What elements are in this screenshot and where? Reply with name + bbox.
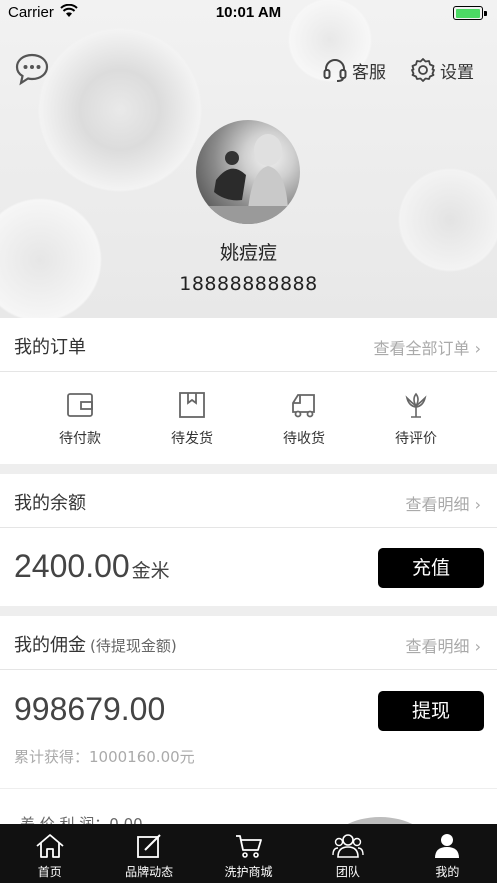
withdraw-button[interactable]: 提现 <box>378 691 484 731</box>
orders-title: 我的订单 <box>14 337 86 358</box>
gear-icon <box>411 58 435 82</box>
commission-title: 我的佣金 (待提现金额) <box>14 635 177 656</box>
battery-icon <box>453 6 487 20</box>
status-bar: Carrier 10:01 AM <box>0 0 497 26</box>
tab-shop[interactable]: 洗护商城 <box>199 824 298 883</box>
recharge-button[interactable]: 充值 <box>378 548 484 588</box>
order-pending-receipt[interactable]: 待收货 <box>259 390 349 448</box>
user-name: 姚痘痘 <box>219 242 277 264</box>
balance-details-link[interactable]: 查看明细 › <box>406 491 482 515</box>
balance-unit: 金米 <box>131 560 170 582</box>
balance-header: 我的余额 查看明细 › <box>0 474 497 528</box>
chat-bubble-icon[interactable] <box>14 52 50 86</box>
commission-amount: 998679.00 <box>14 691 166 727</box>
tab-home[interactable]: 首页 <box>0 824 99 883</box>
home-icon <box>36 834 64 858</box>
commission-details-link[interactable]: 查看明细 › <box>406 633 482 657</box>
tab-mine[interactable]: 我的 <box>398 824 497 883</box>
tab-brand-news[interactable]: 品牌动态 <box>99 824 198 883</box>
balance-amount: 2400.00 金米 <box>14 548 170 584</box>
tab-team-label: 团队 <box>335 865 360 879</box>
settings-button[interactable]: 设置 <box>410 56 474 84</box>
order-pending-review[interactable]: 待评价 <box>371 390 461 448</box>
section-divider <box>0 464 497 474</box>
order-pending-payment-label: 待付款 <box>59 431 101 447</box>
customer-service-label: 客服 <box>352 62 386 83</box>
section-divider <box>0 606 497 616</box>
wallet-icon <box>67 393 93 417</box>
tab-team[interactable]: 团队 <box>298 824 397 883</box>
orders-header: 我的订单 查看全部订单 › <box>0 318 497 372</box>
profile-header: Carrier 10:01 AM 客服 设置 姚痘痘 18888888888 <box>0 0 497 318</box>
settings-label: 设置 <box>440 62 474 83</box>
tab-mine-label: 我的 <box>435 865 460 879</box>
order-pending-review-label: 待评价 <box>395 431 437 447</box>
tab-home-label: 首页 <box>37 865 62 879</box>
avatar-photo <box>196 134 300 224</box>
user-icon <box>435 834 460 858</box>
avatar[interactable] <box>196 120 300 224</box>
truck-icon <box>292 394 315 418</box>
bottom-tab-bar: 首页 品牌动态 洗护商城 团队 我的 <box>0 824 497 883</box>
tab-brand-news-label: 品牌动态 <box>125 865 174 879</box>
order-status-row: 待付款 待发货 待收货 待评价 <box>0 372 497 464</box>
balance-title: 我的余额 <box>14 493 86 514</box>
order-pending-receipt-label: 待收货 <box>283 431 325 447</box>
box-icon <box>179 392 205 418</box>
profit-row: 差 价 利 润：0.00 <box>0 788 497 828</box>
cart-icon <box>235 835 262 858</box>
user-phone: 18888888888 <box>179 273 318 295</box>
headset-icon <box>323 59 347 82</box>
flower-icon <box>405 392 427 418</box>
edit-icon <box>137 834 161 858</box>
status-time: 10:01 AM <box>215 4 282 21</box>
view-all-orders-link[interactable]: 查看全部订单 › <box>374 335 482 359</box>
team-icon <box>332 834 364 858</box>
cumulative-earnings: 累计获得：1000160.00元 <box>14 748 195 766</box>
commission-header: 我的佣金 (待提现金额) 查看明细 › <box>0 616 497 670</box>
order-pending-shipment-label: 待发货 <box>171 431 213 447</box>
tab-shop-label: 洗护商城 <box>224 865 273 879</box>
order-pending-payment[interactable]: 待付款 <box>35 390 125 448</box>
order-pending-shipment[interactable]: 待发货 <box>147 390 237 448</box>
commission-subtitle: (待提现金额) <box>90 637 177 655</box>
customer-service-button[interactable]: 客服 <box>322 56 386 84</box>
